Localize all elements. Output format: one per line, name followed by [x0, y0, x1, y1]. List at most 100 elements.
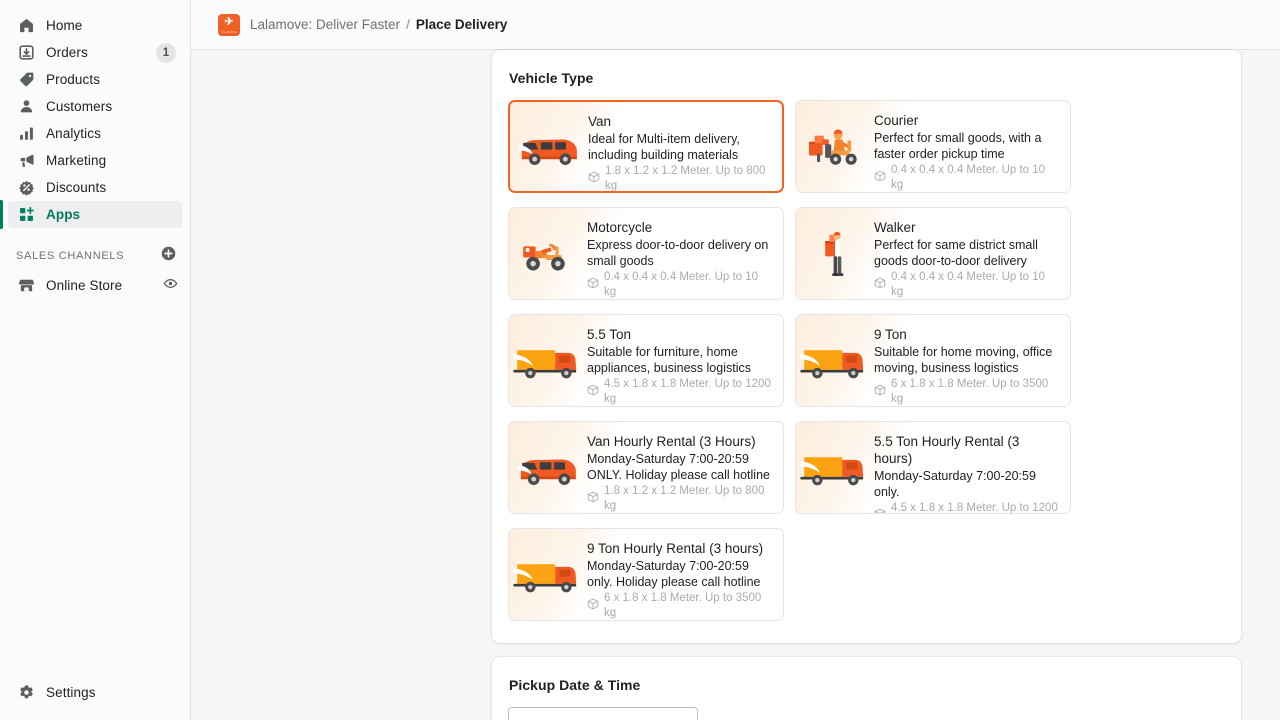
- plus-circle-icon[interactable]: [161, 246, 176, 266]
- sidebar-item-label: Products: [46, 72, 100, 87]
- package-box-icon: [874, 170, 886, 187]
- vehicle-option-spec: 6 x 1.8 x 1.8 Meter. Up to 3500 kg: [874, 377, 1060, 407]
- lalamove-app-icon-mark: ✈: [224, 17, 233, 28]
- apps-grid-plus-icon: [16, 205, 36, 225]
- vehicle-illustration: [796, 315, 874, 407]
- vehicle-option-body: CourierPerfect for small goods, with a f…: [874, 101, 1070, 193]
- sidebar: Home Orders1 Products Customers AnalyticsMar…: [0, 0, 191, 720]
- sidebar-item-products[interactable]: Products: [8, 66, 182, 93]
- vehicle-option-spec-text: 6 x 1.8 x 1.8 Meter. Up to 3500 kg: [891, 377, 1060, 407]
- main-area: ✈ LALAMOVE Lalamove: Deliver Faster / Pl…: [191, 0, 1280, 720]
- vehicle-option-body: VanIdeal for Multi-item delivery, includ…: [588, 102, 782, 193]
- sales-channels-header: SALES CHANNELS: [16, 246, 176, 266]
- breadcrumb: Lalamove: Deliver Faster / Place Deliver…: [250, 17, 507, 32]
- vehicle-option-description: Monday-Saturday 7:00-20:59 only. Holiday…: [587, 558, 773, 590]
- package-box-icon: [587, 384, 599, 401]
- sidebar-item-label: Apps: [46, 207, 80, 222]
- vehicle-option-description: Monday-Saturday 7:00-20:59 ONLY. Holiday…: [587, 451, 773, 483]
- vehicle-option-card[interactable]: WalkerPerfect for same district small go…: [795, 207, 1071, 300]
- vehicle-option-name: 9 Ton: [874, 326, 1060, 343]
- vehicle-option-description: Ideal for Multi-item delivery, including…: [588, 131, 772, 163]
- vehicle-option-spec-text: 1.8 x 1.2 x 1.2 Meter. Up to 800 kg: [605, 164, 772, 193]
- orders-icon: [16, 43, 36, 63]
- vehicle-option-spec-text: 0.4 x 0.4 x 0.4 Meter. Up to 10 kg: [604, 270, 773, 300]
- vehicle-option-body: 9 TonSuitable for home moving, office mo…: [874, 315, 1070, 407]
- truck-illustration: [512, 339, 584, 385]
- lalamove-app-icon: ✈ LALAMOVE: [218, 14, 240, 36]
- discounts-percent-icon: [16, 178, 36, 198]
- breadcrumb-app-link[interactable]: Lalamove: Deliver Faster: [250, 17, 400, 32]
- vehicle-option-card[interactable]: 9 TonSuitable for home moving, office mo…: [795, 314, 1071, 407]
- sidebar-item-label: Home: [46, 18, 82, 33]
- motorcycle-illustration: [517, 232, 579, 278]
- vehicle-option-spec: 0.4 x 0.4 x 0.4 Meter. Up to 10 kg: [587, 270, 773, 300]
- van-illustration: [514, 446, 582, 492]
- vehicle-option-spec: 0.4 x 0.4 x 0.4 Meter. Up to 10 kg: [874, 163, 1060, 193]
- vehicle-option-card[interactable]: MotorcycleExpress door-to-door delivery …: [508, 207, 784, 300]
- vehicle-option-description: Express door-to-door delivery on small g…: [587, 237, 773, 269]
- vehicle-option-description: Monday-Saturday 7:00-20:59 only.: [874, 468, 1060, 500]
- vehicle-illustration: [509, 422, 587, 514]
- vehicle-option-spec-text: 0.4 x 0.4 x 0.4 Meter. Up to 10 kg: [891, 270, 1060, 300]
- breadcrumb-current-page: Place Delivery: [416, 17, 508, 32]
- vehicle-illustration: [796, 101, 874, 193]
- package-box-icon: [587, 598, 599, 615]
- sidebar-channel-online-store[interactable]: Online Store: [8, 272, 182, 299]
- sidebar-item-label: Customers: [46, 99, 112, 114]
- vehicle-option-card[interactable]: 5.5 Ton Hourly Rental (3 hours)Monday-Sa…: [795, 421, 1071, 514]
- vehicle-option-card[interactable]: Van Hourly Rental (3 Hours)Monday-Saturd…: [508, 421, 784, 514]
- vehicle-option-card[interactable]: 9 Ton Hourly Rental (3 hours)Monday-Satu…: [508, 528, 784, 621]
- vehicle-option-card[interactable]: 5.5 TonSuitable for furniture, home appl…: [508, 314, 784, 407]
- sidebar-item-marketing[interactable]: Marketing: [8, 147, 182, 174]
- vehicle-option-name: 5.5 Ton Hourly Rental (3 hours): [874, 433, 1060, 467]
- sidebar-item-label: Discounts: [46, 180, 106, 195]
- van-illustration: [515, 126, 583, 172]
- sidebar-footer: Settings: [0, 679, 190, 706]
- breadcrumb-separator: /: [406, 17, 410, 32]
- vehicle-option-spec-text: 4.5 x 1.8 x 1.8 Meter. Up to 1200 kg: [891, 501, 1060, 514]
- lalamove-app-icon-caption: LALAMOVE: [218, 31, 240, 34]
- analytics-bars-icon: [16, 124, 36, 144]
- sidebar-item-orders[interactable]: Orders1: [8, 39, 182, 66]
- sidebar-channel-label: Online Store: [46, 278, 122, 293]
- vehicle-option-card[interactable]: CourierPerfect for small goods, with a f…: [795, 100, 1071, 193]
- package-box-icon: [874, 508, 886, 515]
- sidebar-item-label-settings: Settings: [46, 685, 96, 700]
- walker-illustration: [818, 227, 852, 283]
- vehicle-option-card[interactable]: VanIdeal for Multi-item delivery, includ…: [508, 100, 784, 193]
- page-canvas: Vehicle Type VanIdeal for Multi-item del…: [191, 50, 1280, 720]
- store-icon: [16, 276, 36, 296]
- truck-illustration: [799, 446, 871, 492]
- pickup-date-input[interactable]: [508, 707, 698, 720]
- package-box-icon: [874, 384, 886, 401]
- vehicle-option-name: Courier: [874, 112, 1060, 129]
- vehicle-type-title: Vehicle Type: [509, 70, 1225, 86]
- pickup-datetime-title: Pickup Date & Time: [509, 677, 1225, 693]
- vehicle-type-grid: VanIdeal for Multi-item delivery, includ…: [508, 100, 1225, 621]
- sales-channels-list: Online Store: [0, 272, 190, 299]
- sidebar-item-discounts[interactable]: Discounts: [8, 174, 182, 201]
- topbar: ✈ LALAMOVE Lalamove: Deliver Faster / Pl…: [191, 0, 1280, 50]
- vehicle-option-spec-text: 0.4 x 0.4 x 0.4 Meter. Up to 10 kg: [891, 163, 1060, 193]
- courier-illustration: [804, 123, 866, 173]
- sidebar-nav-list: Home Orders1 Products Customers AnalyticsMar…: [0, 12, 190, 228]
- sidebar-item-home[interactable]: Home: [8, 12, 182, 39]
- vehicle-illustration: [509, 208, 587, 300]
- sidebar-item-apps[interactable]: Apps: [8, 201, 182, 228]
- vehicle-option-description: Suitable for furniture, home appliances,…: [587, 344, 773, 376]
- sidebar-item-label: Orders: [46, 45, 88, 60]
- package-box-icon: [587, 491, 599, 508]
- vehicle-option-spec: 1.8 x 1.2 x 1.2 Meter. Up to 800 kg: [587, 484, 773, 514]
- sidebar-item-settings[interactable]: Settings: [8, 679, 182, 706]
- sidebar-item-customers[interactable]: Customers: [8, 93, 182, 120]
- vehicle-option-spec-text: 1.8 x 1.2 x 1.2 Meter. Up to 800 kg: [604, 484, 773, 514]
- sidebar-item-analytics[interactable]: Analytics: [8, 120, 182, 147]
- eye-icon[interactable]: [163, 276, 178, 296]
- vehicle-option-spec: 6 x 1.8 x 1.8 Meter. Up to 3500 kg: [587, 591, 773, 621]
- home-icon: [16, 16, 36, 36]
- pickup-datetime-panel: Pickup Date & Time: [492, 657, 1241, 720]
- package-box-icon: [587, 277, 599, 294]
- vehicle-option-name: Walker: [874, 219, 1060, 236]
- vehicle-option-description: Perfect for small goods, with a faster o…: [874, 130, 1060, 162]
- truck-illustration: [512, 553, 584, 599]
